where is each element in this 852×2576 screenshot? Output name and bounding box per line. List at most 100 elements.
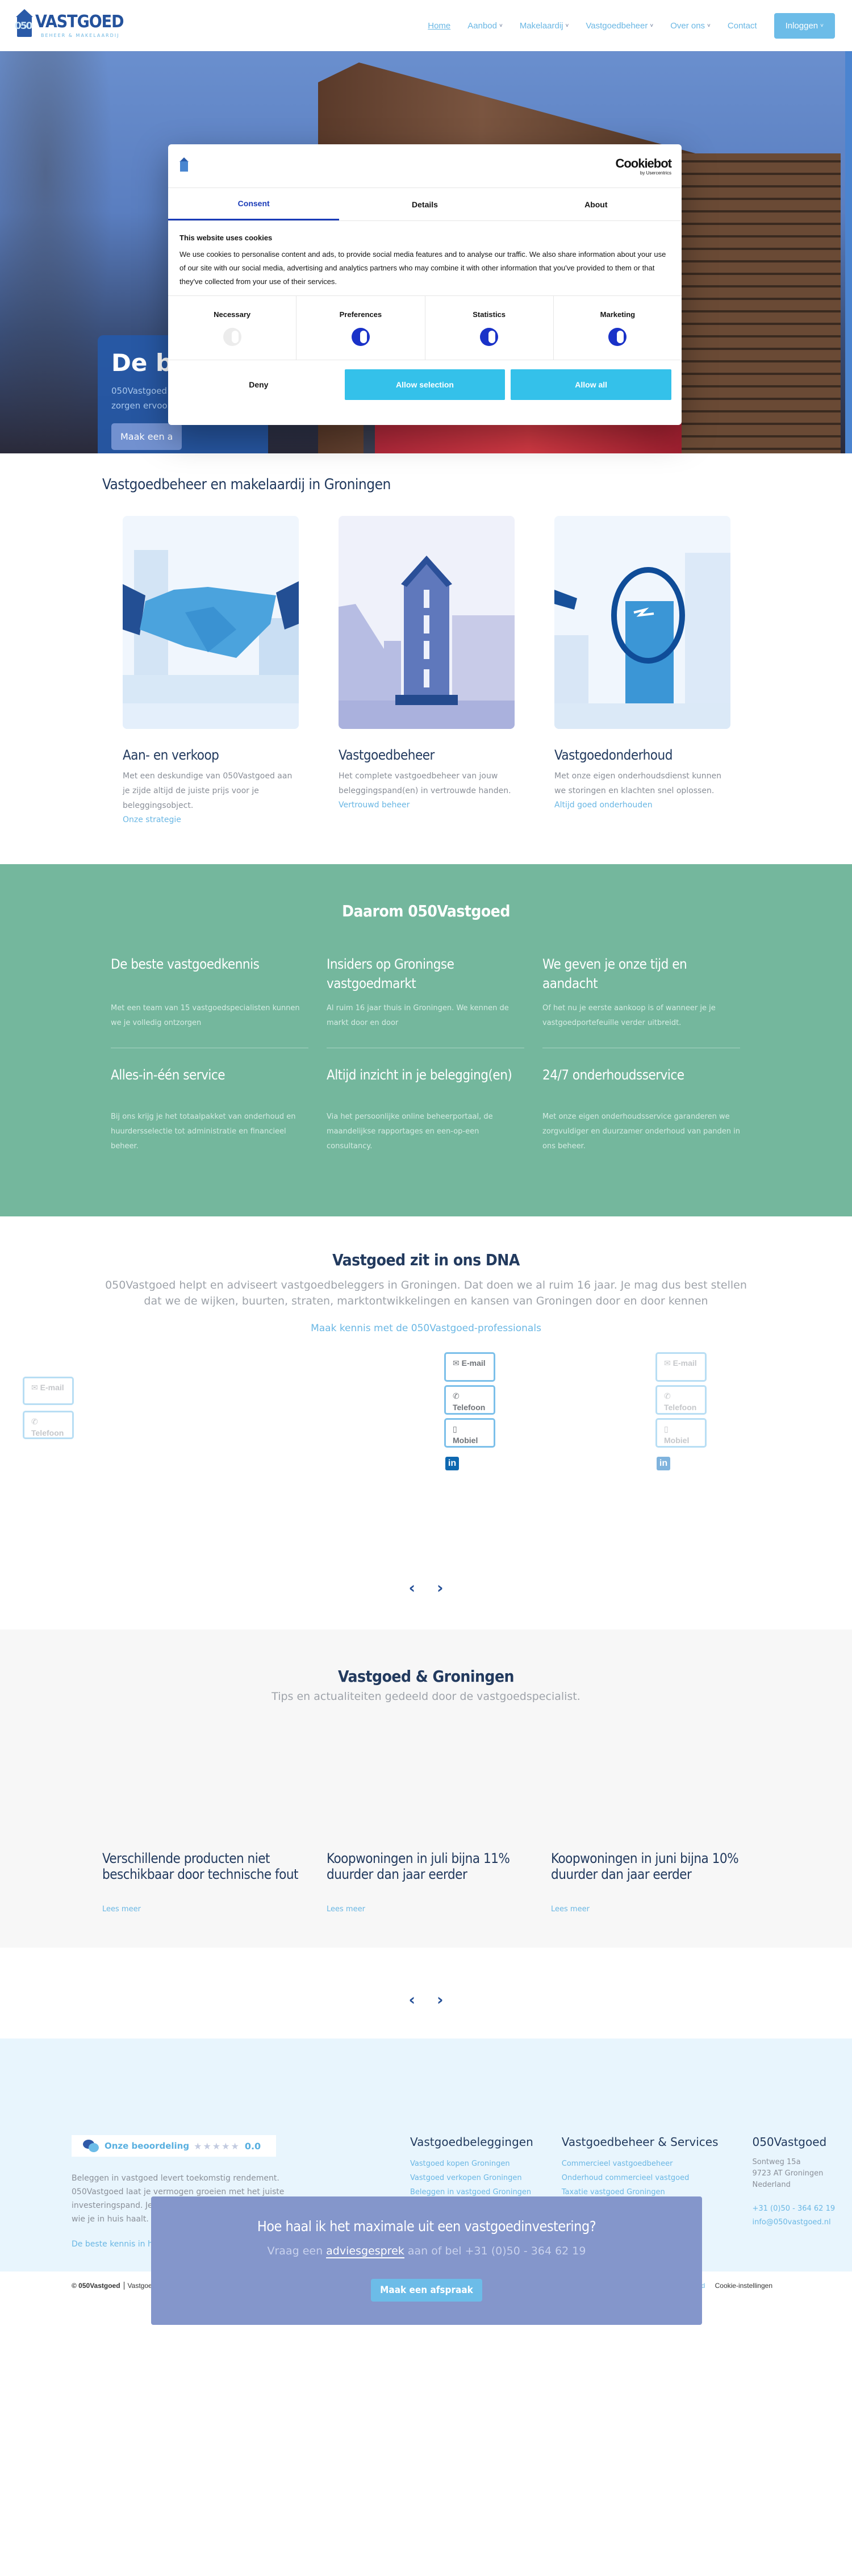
read-more-link[interactable]: Lees meer: [551, 1905, 590, 1914]
toggle-marketing[interactable]: [608, 327, 627, 346]
tab-about[interactable]: About: [511, 188, 682, 220]
news-subtitle: Tips en actualiteiten gedeeld door de va…: [272, 1690, 580, 1703]
read-more-link[interactable]: Lees meer: [102, 1905, 141, 1914]
service-card: Aan- en verkoop Met een deskundige van 0…: [123, 516, 299, 824]
service-text: Het complete vastgoedbeheer van jouw bel…: [339, 772, 511, 795]
service-link[interactable]: Vertrouwd beheer: [339, 801, 410, 810]
logo-tagline: BEHEER & MAKELAARDIJ: [41, 32, 120, 38]
toggle-label-statistics: Statistics: [473, 310, 506, 319]
service-link[interactable]: Altijd goed onderhouden: [554, 801, 653, 810]
footer-col-title: Vastgoedbeheer & Services: [561, 2135, 719, 2149]
nav-vastgoedbeheer[interactable]: Vastgoedbeheer ˅: [586, 21, 653, 31]
cta-title: Hoe haal ik het maximale uit een vastgoe…: [257, 2218, 596, 2235]
toggle-statistics[interactable]: [480, 327, 499, 346]
dna-title: Vastgoed zit in ons DNA: [332, 1251, 520, 1269]
dna-text: 050Vastgoed helpt en adviseert vastgoedb…: [105, 1279, 747, 1307]
main-menu: Home Aanbod ˅ Makelaardij ˅ Vastgoedbeheer…: [428, 12, 835, 39]
nav-over-ons[interactable]: Over ons ˅: [670, 21, 711, 31]
news-prev-button[interactable]: ‹: [408, 1990, 415, 2009]
cookie-consent-dialog: Cookiebot by Usercentrics Consent Detail…: [168, 144, 682, 425]
phone-button[interactable]: ✆ Telefoon: [655, 1385, 707, 1415]
cookie-heading: This website uses cookies: [179, 234, 273, 242]
nav-home[interactable]: Home: [428, 21, 450, 31]
email-button[interactable]: ✉ E-mail: [444, 1352, 495, 1382]
email-button[interactable]: ✉ E-mail: [23, 1377, 74, 1405]
linkedin-icon[interactable]: in: [445, 1457, 459, 1470]
logo-house-icon: 050: [15, 9, 33, 42]
cookie-description: We use cookies to personalise content an…: [179, 250, 666, 286]
appointment-button[interactable]: Maak een afspraak: [371, 2279, 482, 2302]
read-more-link[interactable]: Lees meer: [327, 1905, 365, 1914]
deny-button[interactable]: Deny: [178, 369, 339, 400]
toggle-preferences[interactable]: [351, 327, 370, 346]
footer-link[interactable]: Commercieel vastgoedbeheer: [562, 2160, 673, 2168]
allow-all-button[interactable]: Allow all: [511, 369, 672, 400]
copyright: © 050Vastgoed: [72, 2282, 120, 2290]
footer-link[interactable]: Vastgoed verkopen Groningen: [410, 2174, 522, 2182]
phone-button[interactable]: ✆ Telefoon: [444, 1385, 495, 1415]
mobile-button[interactable]: ▯ Mobiel: [655, 1418, 707, 1448]
footer-link[interactable]: Taxatie vastgoed Groningen: [562, 2188, 665, 2196]
handshake-illustration: [123, 516, 299, 729]
nav-aanbod[interactable]: Aanbod ˅: [467, 21, 503, 31]
news-next-button[interactable]: ›: [437, 1990, 444, 2009]
chevron-down-icon: ˅: [565, 22, 569, 29]
news-item: Koopwoningen in juni bijna 10% duurder d…: [551, 1850, 739, 1914]
cta-banner: Hoe haal ik het maximale uit een vastgoe…: [151, 2196, 702, 2325]
carousel-prev-button[interactable]: ‹: [408, 1578, 415, 1597]
tab-details[interactable]: Details: [339, 188, 510, 220]
site-logo-icon: [179, 157, 189, 174]
chat-bubbles-icon: [83, 2140, 100, 2152]
advice-link[interactable]: adviesgesprek: [326, 2245, 404, 2258]
news-title: Vastgoed & Groningen: [338, 1667, 514, 1686]
toggle-necessary: [223, 327, 241, 346]
service-title: Aan- en verkoop: [123, 747, 219, 763]
envelope-icon: ✉: [664, 1358, 671, 1368]
footer-link[interactable]: Beleggen in vastgoed Groningen: [410, 2188, 531, 2196]
rating-score: 0.0: [244, 2140, 261, 2152]
rating-label: Onze beoordeling: [105, 2141, 190, 2151]
footer-link[interactable]: Onderhoud commercieel vastgoed: [562, 2174, 690, 2182]
phone-link[interactable]: +31 (0)50 - 364 62 19: [752, 2202, 835, 2216]
footer-link[interactable]: Vastgoed kopen Groningen: [410, 2160, 510, 2168]
login-button[interactable]: Inloggen ˅: [774, 12, 835, 39]
envelope-icon: ✉: [31, 1383, 38, 1392]
service-title: Vastgoedbeheer: [339, 747, 435, 763]
nav-contact[interactable]: Contact: [728, 21, 757, 31]
why-item: De beste vastgoedkennis Met een team van …: [111, 954, 308, 1048]
why-item: Alles-in-één service Bij ons krijg je het…: [111, 1067, 296, 1151]
cookiebot-logo: Cookiebot by Usercentrics: [615, 156, 672, 176]
rating-widget[interactable]: Onze beoordeling ★★★★★ 0.0: [72, 2135, 276, 2157]
team-link[interactable]: Maak kennis met de 050Vastgoed-professio…: [311, 1323, 541, 1334]
hero-photo-facade: [670, 153, 841, 453]
news-carousel-controls: ‹ ›: [0, 1948, 852, 2039]
nav-makelaardij[interactable]: Makelaardij ˅: [520, 21, 569, 31]
email-button[interactable]: ✉ E-mail: [655, 1352, 707, 1382]
news-item: Verschillende producten niet beschikbaar…: [102, 1850, 298, 1914]
carousel-next-button[interactable]: ›: [437, 1578, 444, 1597]
allow-selection-button[interactable]: Allow selection: [344, 369, 506, 400]
email-link[interactable]: info@050vastgoed.nl: [752, 2216, 835, 2229]
news-item: Koopwoningen in juli bijna 11% duurder d…: [327, 1850, 510, 1914]
envelope-icon: ✉: [453, 1358, 460, 1368]
team-carousel: ✉ E-mail ✆ Telefoon ✉ E-mail ✆ Telefoon ▯ M…: [0, 1334, 852, 1629]
footer-col-title: 050Vastgoed: [752, 2135, 827, 2149]
why-title: Daarom 050Vastgoed: [342, 902, 510, 920]
hero-cta-button[interactable]: Maak een a: [111, 423, 182, 450]
chevron-down-icon: ˅: [820, 22, 824, 29]
cookie-tabs: Consent Details About: [168, 188, 682, 221]
phone-icon: ✆: [453, 1391, 460, 1400]
linkedin-icon[interactable]: in: [657, 1457, 670, 1470]
phone-button[interactable]: ✆ Telefoon: [23, 1411, 74, 1439]
toggle-label-preferences: Preferences: [339, 310, 382, 319]
mobile-button[interactable]: ▯ Mobiel: [444, 1418, 495, 1448]
why-item: We geven je onze tijd en aandacht Of het …: [542, 954, 740, 1048]
tab-consent[interactable]: Consent: [168, 188, 340, 220]
service-card: Vastgoedbeheer Het complete vastgoedbehe…: [339, 516, 515, 824]
service-link[interactable]: Onze strategie: [123, 815, 181, 824]
company-address: Sontweg 15a 9723 AT Groningen Nederland: [752, 2158, 824, 2189]
dna-section: Vastgoed zit in ons DNA 050Vastgoed help…: [0, 1216, 852, 1334]
site-logo[interactable]: 050 VASTGOED BEHEER & MAKELAARDIJ: [15, 9, 124, 42]
cookie-settings-link[interactable]: Cookie-instellingen: [715, 2282, 772, 2290]
services-title: Vastgoedbeheer en makelaardij in Groning…: [102, 476, 391, 493]
